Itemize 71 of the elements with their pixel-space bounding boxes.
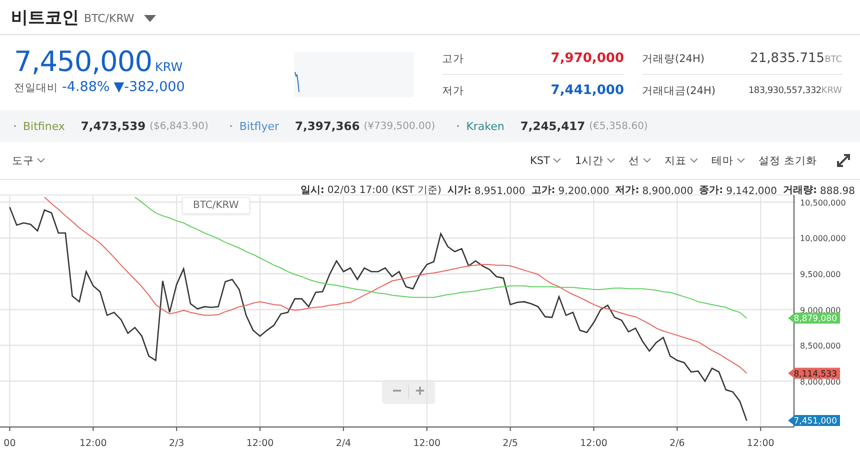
info-label: 저가: [615, 184, 640, 197]
price-tag: 8,879,080 [788, 312, 840, 324]
chevron-icon [606, 158, 615, 163]
toolbar-dropdown[interactable]: KST [530, 154, 561, 166]
exchange-price: 7,397,366 [295, 119, 360, 133]
price-tag: 7,451,000 [788, 415, 840, 427]
stat-unit: KRW [821, 86, 842, 96]
y-tick-label: 8,500,000 [800, 342, 841, 351]
x-tick-label: 2/5 [502, 438, 518, 449]
change-amount: ▼-382,000 [114, 79, 185, 95]
info-value: 9,200,000 [558, 186, 610, 197]
y-tick-label: 10,000,000 [800, 234, 846, 244]
change-label: 전일대비 [14, 81, 58, 95]
exchange-name[interactable]: Kraken [466, 120, 504, 132]
tools-menu[interactable]: 도구 [12, 154, 45, 168]
stat-label: 고가 [442, 52, 464, 66]
coin-title: 비트코인 [11, 6, 79, 28]
current-price: 7,450,000 [14, 45, 152, 78]
foreign-price: (€5,358.60) [589, 120, 648, 132]
chevron-icon [552, 158, 561, 163]
stat-label: 거래대금(24H) [642, 84, 716, 98]
info-value: 8,900,000 [642, 186, 694, 197]
stat-value: 7,970,000 [550, 51, 624, 66]
stat-label: 저가 [442, 84, 464, 98]
caret-icon[interactable] [144, 14, 156, 22]
chevron-icon [736, 158, 745, 163]
stat-unit: BTC [824, 55, 842, 65]
info-value: 888.98 [820, 186, 855, 197]
foreign-price: (¥739,500.00) [364, 120, 436, 132]
expand-icon[interactable] [837, 154, 850, 167]
exchange-price: 7,473,539 [80, 119, 146, 133]
info-label: 종가: [699, 184, 724, 197]
toolbar-dropdown[interactable]: 지표 [664, 154, 698, 168]
chevron-icon [690, 158, 698, 163]
y-tick-label: 8,000,000 [800, 377, 841, 386]
x-tick-label: 12:00 [246, 438, 274, 449]
reset-settings-button[interactable]: 설정 초기화 [758, 154, 817, 168]
x-tick-label: 00 [4, 438, 16, 449]
x-tick-label: 2/4 [336, 438, 352, 449]
info-label: 고가: [531, 184, 556, 197]
stat-label: 거래량(24H) [642, 52, 704, 66]
x-tick-label: 12:00 [79, 438, 107, 449]
foreign-price: ($6,843.90) [150, 120, 208, 132]
chevron-icon [642, 158, 651, 163]
change-percent: -4.88% [62, 79, 110, 95]
info-label: 거래량: [783, 184, 817, 197]
info-value: 9,142,000 [726, 186, 777, 197]
chevron-icon [37, 158, 45, 163]
x-tick-label: 2/3 [168, 438, 184, 449]
info-value: 02/03 17:00 (KST 기준) [327, 184, 442, 197]
exchange-price: 7,245,417 [520, 119, 586, 133]
x-tick-label: 2/6 [670, 438, 685, 449]
toolbar-dropdown[interactable]: 테마 [712, 154, 745, 168]
toolbar-dropdown[interactable]: 선 [628, 154, 651, 168]
chart-legend: BTC/KRW [182, 197, 250, 214]
info-value: 8,951,000 [474, 186, 526, 197]
x-tick-label: 12:00 [580, 438, 608, 449]
x-tick-label: 12:00 [413, 438, 441, 449]
y-tick-label: 10,500,000 [800, 198, 846, 208]
stat-value: 183,930,557,332 [748, 86, 822, 96]
price-unit: KRW [155, 60, 183, 74]
info-label: 시가: [447, 184, 472, 197]
toolbar-dropdown[interactable]: 1시간 [574, 154, 615, 168]
info-label: 일시: [300, 184, 324, 197]
stat-value: 7,441,000 [550, 83, 624, 98]
y-tick-label: 9,500,000 [800, 270, 841, 279]
pair-label: BTC/KRW [84, 12, 134, 25]
y-tick-label: 9,000,000 [800, 306, 841, 315]
stat-value: 21,835.715 [750, 51, 825, 66]
x-tick-label: 12:00 [746, 438, 774, 449]
price-tag: 8,114,533 [788, 368, 840, 380]
